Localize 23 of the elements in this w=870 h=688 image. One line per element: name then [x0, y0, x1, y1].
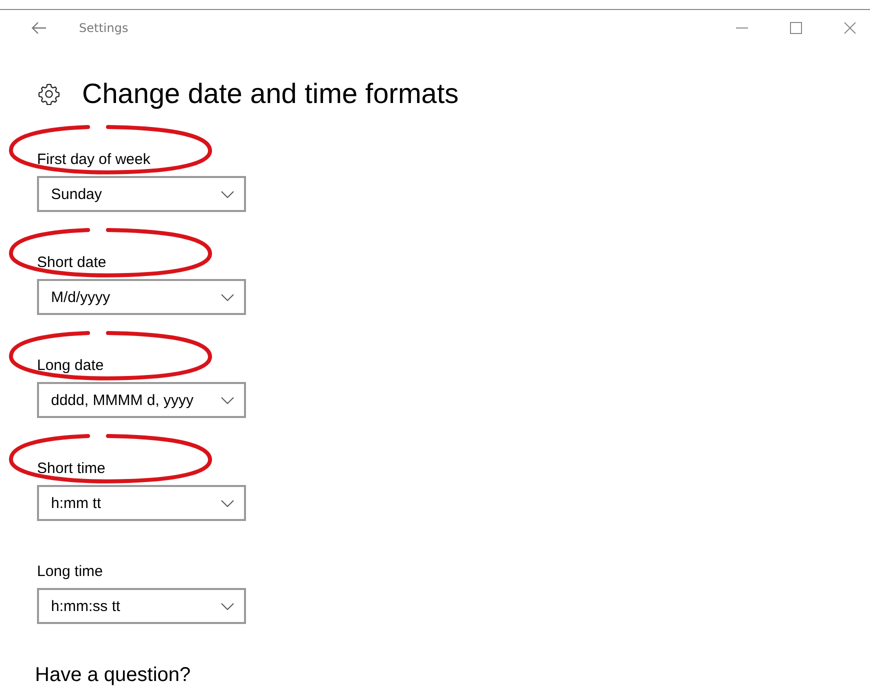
dropdown[interactable]: h:mm:ss tt: [37, 588, 246, 624]
field-label: Short time: [37, 460, 106, 477]
settings-icon: [38, 83, 60, 105]
field-label: Long time: [37, 563, 103, 580]
dropdown[interactable]: dddd, MMMM d, yyyy: [37, 382, 246, 418]
window-title: Settings: [79, 21, 128, 35]
dropdown[interactable]: M/d/yyyy: [37, 279, 246, 315]
chevron-icon: [221, 190, 234, 198]
field-label: Long date: [37, 357, 104, 374]
section-heading: Have a question?: [35, 664, 191, 687]
dropdown[interactable]: h:mm tt: [37, 485, 246, 521]
back-arrow-icon[interactable]: [31, 21, 47, 35]
chevron-icon: [221, 396, 234, 404]
dropdown[interactable]: Sunday: [37, 176, 246, 212]
chevron-icon: [221, 500, 234, 506]
field-label: Short date: [37, 254, 106, 271]
maximize-icon[interactable]: [790, 22, 802, 34]
close-icon[interactable]: [844, 22, 856, 34]
chevron-icon: [221, 294, 234, 300]
page-title: Change date and time formats: [82, 78, 459, 110]
minimize-icon[interactable]: [736, 27, 748, 29]
field-label: First day of week: [37, 151, 150, 168]
chevron-icon: [221, 602, 234, 610]
